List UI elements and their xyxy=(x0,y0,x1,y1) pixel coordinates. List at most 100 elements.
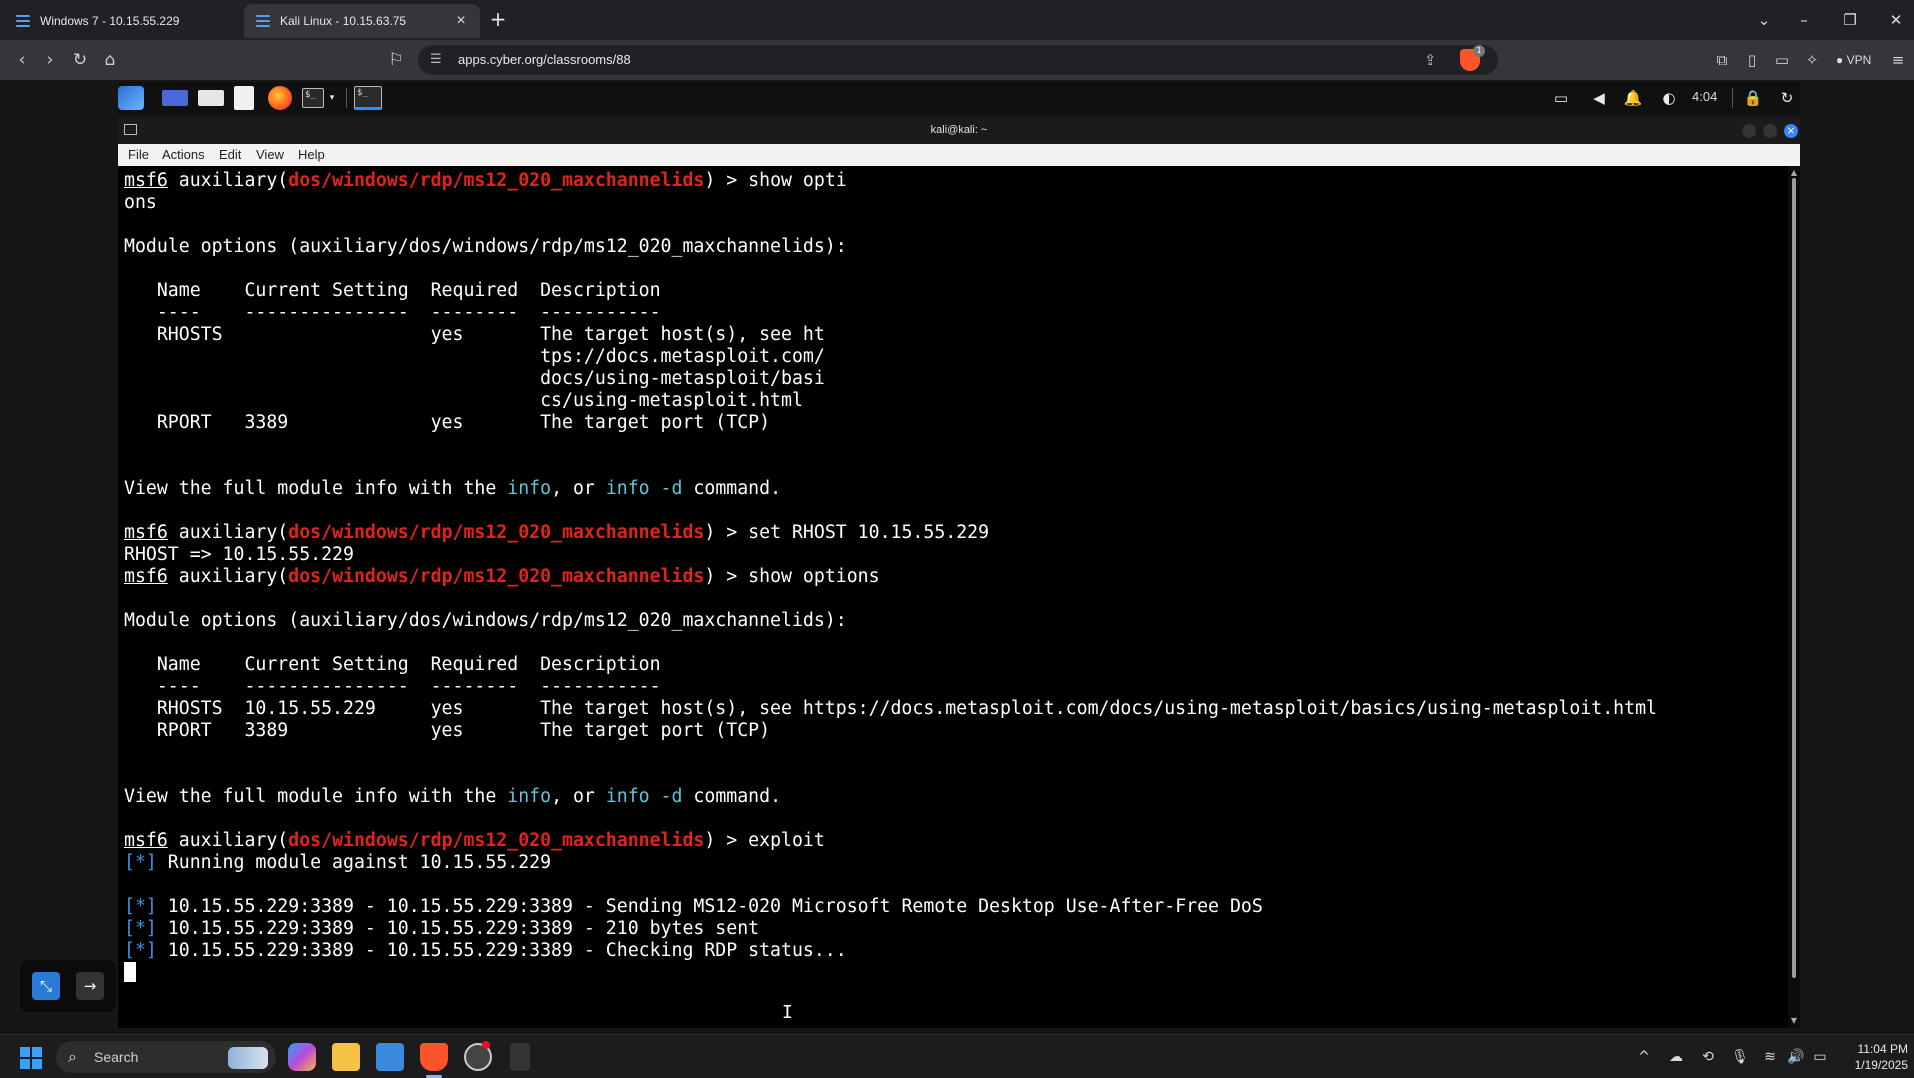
show-desktop-icon[interactable] xyxy=(162,90,188,106)
text-editor-icon[interactable] xyxy=(234,86,254,110)
wallet-icon[interactable]: ▭ xyxy=(1770,48,1794,72)
scroll-down-icon[interactable]: ▼ xyxy=(1789,1016,1799,1026)
vpn-button[interactable]: ● VPN xyxy=(1830,50,1877,70)
browser-menu-icon[interactable]: ≡ xyxy=(1886,48,1910,72)
copilot-icon[interactable] xyxy=(288,1043,316,1071)
terminal-menubar: File Actions Edit View Help xyxy=(118,144,1800,166)
close-tab-icon[interactable]: × xyxy=(452,12,470,30)
status-marker: [*] xyxy=(124,918,157,939)
onedrive-icon[interactable]: ☁ xyxy=(1666,1047,1686,1067)
terminal-launcher-icon[interactable]: $_ xyxy=(302,88,324,108)
prompt-mid: auxiliary( xyxy=(167,170,289,191)
pinned-app-icon[interactable] xyxy=(510,1043,530,1071)
microphone-icon[interactable]: 🎙 xyxy=(1730,1047,1750,1067)
battery-icon[interactable]: ▭ xyxy=(1810,1047,1830,1067)
minimize-icon[interactable]: – xyxy=(1790,8,1818,32)
prompt-mid: auxiliary( xyxy=(167,566,289,587)
panel-separator xyxy=(1732,88,1733,108)
terminal-scrollbar[interactable]: ▲ ▼ xyxy=(1788,166,1800,1028)
new-tab-button[interactable]: + xyxy=(486,8,510,32)
terminal-output-area[interactable]: msf6 auxiliary(dos/windows/rdp/ms12_020_… xyxy=(118,166,1800,1028)
menu-edit[interactable]: Edit xyxy=(219,147,241,162)
panel-clock: 4:04 xyxy=(1692,89,1718,104)
terminal-line: Module options (auxiliary/dos/windows/rd… xyxy=(124,236,847,257)
tab-windows7[interactable]: Windows 7 - 10.15.55.229 xyxy=(4,4,240,38)
share-icon[interactable]: ⇪ xyxy=(1424,51,1437,69)
leo-ai-icon[interactable]: ✧ xyxy=(1800,48,1824,72)
firefox-icon[interactable] xyxy=(268,86,292,110)
info-d-keyword: info -d xyxy=(605,478,683,499)
scroll-up-icon[interactable]: ▲ xyxy=(1789,168,1799,178)
file-explorer-icon[interactable] xyxy=(332,1043,360,1071)
status-text: 10.15.55.229:3389 - 10.15.55.229:3389 - … xyxy=(156,940,847,961)
bookmark-icon[interactable]: ⚐ xyxy=(384,48,408,72)
speaker-icon[interactable]: 🔊 xyxy=(1786,1047,1806,1067)
terminal-screen[interactable]: msf6 auxiliary(dos/windows/rdp/ms12_020_… xyxy=(124,170,1784,1020)
terminal-titlebar[interactable]: kali@kali: ~ × xyxy=(118,118,1800,144)
sync-icon[interactable]: ⟲ xyxy=(1698,1047,1718,1067)
prompt-suffix: ) > xyxy=(704,830,749,851)
lock-icon[interactable]: 🔒 xyxy=(1742,88,1764,108)
power-manager-icon[interactable]: ◐ xyxy=(1658,88,1680,108)
extensions-icon[interactable]: ⧉ xyxy=(1710,48,1734,72)
site-settings-icon[interactable]: ☰ xyxy=(430,52,446,68)
hint-text: View the full module info with the xyxy=(124,478,508,499)
taskbar-clock[interactable]: 11:04 PM 1/19/2025 xyxy=(1834,1041,1908,1073)
prompt-suffix: ) > xyxy=(704,522,749,543)
prompt-prefix: msf6 xyxy=(124,830,168,851)
terminal-line: ---- --------------- -------- ----------… xyxy=(124,676,661,697)
collapse-icon[interactable]: ⤡ xyxy=(32,972,60,1000)
arrow-right-icon[interactable]: → xyxy=(76,972,104,1000)
kali-menu-icon[interactable] xyxy=(118,86,144,110)
brave-browser-icon[interactable] xyxy=(420,1043,448,1071)
close-button[interactable]: × xyxy=(1784,124,1798,138)
home-icon[interactable]: ⌂ xyxy=(98,48,122,72)
file-manager-icon[interactable] xyxy=(198,90,224,106)
wifi-icon[interactable]: ≋ xyxy=(1760,1047,1780,1067)
menu-actions[interactable]: Actions xyxy=(162,147,205,162)
sidebar-icon[interactable]: ▯ xyxy=(1740,48,1764,72)
notification-dot xyxy=(482,1041,490,1049)
microsoft-store-icon[interactable] xyxy=(376,1043,404,1071)
prompt-line: msf6 auxiliary(dos/windows/rdp/ms12_020_… xyxy=(124,566,1784,588)
tab-kali-linux[interactable]: Kali Linux - 10.15.63.75 × xyxy=(244,4,480,38)
windows-start-icon[interactable] xyxy=(20,1047,42,1069)
status-text: 10.15.55.229:3389 - 10.15.55.229:3389 - … xyxy=(156,918,760,939)
menu-help[interactable]: Help xyxy=(298,147,325,162)
notifications-icon[interactable]: 🔔 xyxy=(1622,88,1644,108)
status-line: [*] Running module against 10.15.55.229 xyxy=(124,852,1784,874)
terminal-line: docs/using-metasploit/basi xyxy=(124,368,825,389)
remote-session-controls: ⤡ → xyxy=(20,960,116,1012)
taskbar-search[interactable]: ⌕ Search xyxy=(56,1041,276,1073)
close-window-icon[interactable]: ✕ xyxy=(1882,8,1910,32)
info-keyword: info xyxy=(507,478,552,499)
tab-title: Windows 7 - 10.15.55.229 xyxy=(40,14,180,28)
minimize-button[interactable] xyxy=(1742,124,1756,138)
back-icon[interactable]: ‹ xyxy=(10,48,34,72)
kali-top-panel: $_ ▾ $_ ▭ ◀ 🔔 ◐ 4:04 🔒 ↻ xyxy=(118,82,1800,114)
menu-view[interactable]: View xyxy=(256,147,284,162)
maximize-button[interactable] xyxy=(1763,124,1777,138)
restore-icon[interactable]: ❐ xyxy=(1836,8,1864,32)
status-line: [*] 10.15.55.229:3389 - 10.15.55.229:338… xyxy=(124,940,1784,962)
scrollbar-thumb[interactable] xyxy=(1792,178,1796,978)
chevron-up-icon[interactable]: ^ xyxy=(1634,1047,1654,1067)
terminal-task-icon[interactable]: $_ xyxy=(354,86,382,110)
tab-search-icon[interactable]: ⌄ xyxy=(1750,8,1778,32)
reload-icon[interactable]: ↻ xyxy=(68,48,92,72)
terminal-line: Name Current Setting Required Descriptio… xyxy=(124,280,661,301)
search-placeholder: Search xyxy=(94,1049,139,1065)
status-line: [*] 10.15.55.229:3389 - 10.15.55.229:338… xyxy=(124,918,1784,940)
display-icon[interactable]: ▭ xyxy=(1550,88,1572,108)
volume-icon[interactable]: ◀ xyxy=(1588,88,1610,108)
terminal-title: kali@kali: ~ xyxy=(930,124,988,136)
logout-icon[interactable]: ↻ xyxy=(1776,88,1798,108)
forward-icon[interactable]: › xyxy=(38,48,62,72)
address-bar[interactable]: ☰ apps.cyber.org/classrooms/88 xyxy=(418,45,1498,75)
menu-file[interactable]: File xyxy=(128,147,149,162)
chevron-down-icon[interactable]: ▾ xyxy=(326,88,338,108)
prompt-line: msf6 auxiliary(dos/windows/rdp/ms12_020_… xyxy=(124,830,1784,852)
